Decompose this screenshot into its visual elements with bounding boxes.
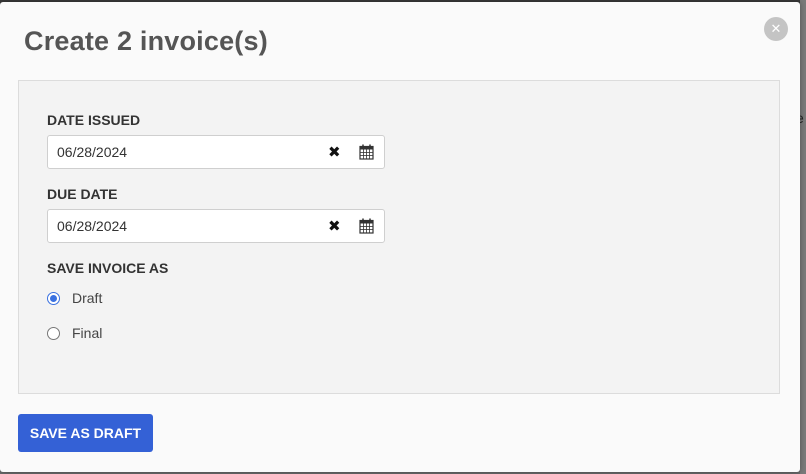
save-as-draft-button[interactable]: SAVE AS DRAFT	[18, 414, 153, 452]
modal-title: Create 2 invoice(s)	[24, 26, 268, 56]
date-issued-value[interactable]: 06/28/2024	[57, 144, 127, 160]
radio-label-draft[interactable]: Draft	[72, 290, 102, 306]
date-issued-label: DATE ISSUED	[47, 112, 141, 128]
date-issued-field[interactable]: 06/28/2024 ✖	[47, 135, 385, 169]
save-invoice-as-label: SAVE INVOICE AS	[47, 260, 169, 276]
radio-option-draft[interactable]: Draft	[47, 290, 102, 306]
radio-option-final[interactable]: Final	[47, 325, 102, 341]
radio-button-final[interactable]	[47, 326, 60, 340]
radio-label-final[interactable]: Final	[72, 325, 102, 341]
calendar-icon[interactable]	[359, 144, 374, 160]
radio-button-draft[interactable]	[47, 291, 60, 305]
due-date-value[interactable]: 06/28/2024	[57, 218, 127, 234]
calendar-icon[interactable]	[359, 218, 374, 234]
clear-icon[interactable]: ✖	[328, 143, 341, 161]
due-date-label: DUE DATE	[47, 186, 118, 202]
due-date-field[interactable]: 06/28/2024 ✖	[47, 209, 385, 243]
close-icon[interactable]: ✕	[764, 17, 788, 41]
create-invoices-modal: Create 2 invoice(s) ✕ DATE ISSUED 06/28/…	[0, 2, 800, 472]
clear-icon[interactable]: ✖	[328, 217, 341, 235]
background-page-right	[800, 0, 806, 474]
form-panel: DATE ISSUED 06/28/2024 ✖ DUE DATE 06/28/…	[18, 80, 780, 394]
